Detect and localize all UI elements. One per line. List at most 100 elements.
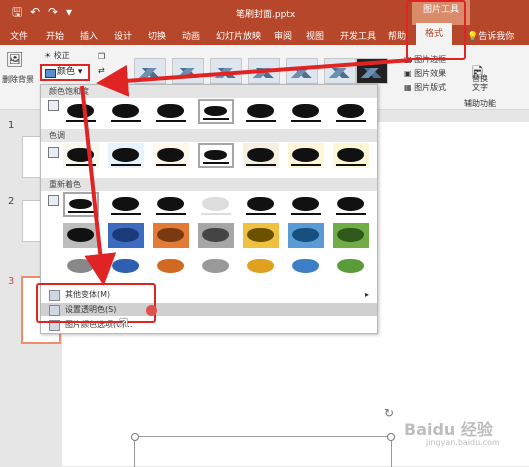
- brush-stroke-preview: [155, 197, 186, 211]
- tab-help[interactable]: 帮助: [388, 29, 406, 42]
- color-swatch[interactable]: [333, 192, 369, 217]
- color-swatch[interactable]: [153, 192, 189, 217]
- compress-icon[interactable]: ❒: [98, 52, 105, 61]
- color-swatch[interactable]: [63, 143, 99, 168]
- rotate-handle-icon[interactable]: ↻: [384, 406, 394, 420]
- picture-layout-label: 图片版式: [414, 83, 447, 92]
- color-swatch[interactable]: [198, 223, 234, 248]
- brush-stroke-preview: [110, 148, 141, 162]
- color-swatch[interactable]: [243, 99, 279, 124]
- color-swatch[interactable]: [198, 99, 234, 124]
- accessibility-group-label: 辅助功能: [464, 99, 496, 108]
- brush-stroke-preview: [290, 197, 321, 211]
- click-marker-icon: [146, 305, 157, 316]
- color-swatch[interactable]: [153, 223, 189, 248]
- tab-developer[interactable]: 开发工具: [340, 29, 376, 42]
- picture-style-6[interactable]: [324, 58, 356, 84]
- selected-picture-frame[interactable]: [134, 436, 392, 467]
- alt-text-button[interactable]: 替换文字: [472, 74, 490, 92]
- undo-icon[interactable]: ↶: [30, 5, 40, 19]
- color-swatch[interactable]: [288, 192, 324, 217]
- underline-stroke: [66, 164, 96, 166]
- underline-stroke: [111, 120, 141, 122]
- lightbulb-icon: 💡: [467, 32, 479, 42]
- color-button[interactable]: 颜色 ▾: [40, 64, 90, 81]
- tab-view[interactable]: 视图: [306, 29, 324, 42]
- tab-slideshow[interactable]: 幻灯片放映: [216, 29, 261, 42]
- recolor-header: 重新着色: [41, 178, 377, 191]
- tab-animations[interactable]: 动画: [182, 29, 200, 42]
- tab-design[interactable]: 设计: [114, 29, 132, 42]
- color-swatch[interactable]: [63, 254, 99, 279]
- color-swatch[interactable]: [243, 192, 279, 217]
- color-swatch[interactable]: [333, 254, 369, 279]
- tone-section-icon: [48, 147, 59, 158]
- brush-stroke-preview: [200, 259, 231, 273]
- color-swatch[interactable]: [108, 143, 144, 168]
- mouse-cursor-icon: 🡭: [118, 313, 129, 332]
- color-swatch[interactable]: [153, 254, 189, 279]
- dropdown-arrow-icon: ▾: [77, 67, 83, 77]
- correct-button[interactable]: ☀ 校正: [44, 50, 70, 61]
- mountain-icon: [253, 68, 275, 78]
- sun-icon: ☀: [44, 51, 52, 60]
- picture-layout-button[interactable]: ▦ 图片版式: [404, 82, 446, 93]
- brush-stroke-preview: [245, 259, 276, 273]
- picture-effects-button[interactable]: ▣ 图片效果: [404, 68, 446, 79]
- tab-insert[interactable]: 插入: [80, 29, 98, 42]
- color-swatch[interactable]: [198, 254, 234, 279]
- brush-stroke-preview: [155, 228, 186, 242]
- saturation-header: 颜色饱和度: [41, 85, 377, 98]
- color-swatch[interactable]: [288, 99, 324, 124]
- tone-header: 色调: [41, 129, 377, 142]
- color-swatch[interactable]: [108, 254, 144, 279]
- tab-transitions[interactable]: 切换: [148, 29, 166, 42]
- color-swatch[interactable]: [63, 99, 99, 124]
- color-swatch[interactable]: [288, 223, 324, 248]
- brush-stroke-preview: [155, 148, 186, 162]
- remove-background-button[interactable]: 删除背景: [2, 74, 34, 85]
- color-swatch[interactable]: [333, 143, 369, 168]
- color-swatch[interactable]: [243, 254, 279, 279]
- picture-style-5[interactable]: [286, 58, 318, 84]
- color-swatch[interactable]: [63, 192, 99, 217]
- mountain-icon: [291, 68, 313, 78]
- color-swatch[interactable]: [108, 192, 144, 217]
- tab-home[interactable]: 开始: [46, 29, 64, 42]
- resize-handle[interactable]: [387, 433, 395, 441]
- color-swatch[interactable]: [153, 143, 189, 168]
- color-swatch[interactable]: [198, 192, 234, 217]
- color-swatch[interactable]: [243, 223, 279, 248]
- color-swatch[interactable]: [108, 223, 144, 248]
- color-swatch[interactable]: [288, 143, 324, 168]
- resize-handle[interactable]: [131, 433, 139, 441]
- picture-style-2[interactable]: [172, 58, 204, 84]
- brush-stroke-preview: [290, 104, 321, 118]
- annotation-box-transparent: [36, 283, 156, 323]
- slide-number: 1: [8, 120, 15, 131]
- color-swatch[interactable]: [198, 143, 234, 168]
- tab-review[interactable]: 审阅: [274, 29, 292, 42]
- color-icon: [45, 69, 56, 78]
- picture-style-7[interactable]: [356, 58, 388, 84]
- brush-stroke-preview: [155, 104, 186, 118]
- color-swatch[interactable]: [153, 99, 189, 124]
- tab-file[interactable]: 文件: [10, 29, 28, 42]
- color-swatch[interactable]: [243, 143, 279, 168]
- color-swatch[interactable]: [108, 99, 144, 124]
- color-swatch[interactable]: [288, 254, 324, 279]
- color-swatch[interactable]: [333, 223, 369, 248]
- tell-me-box[interactable]: 💡告诉我你: [467, 29, 514, 42]
- redo-icon[interactable]: ↷: [48, 5, 58, 19]
- change-picture-icon[interactable]: ⇄: [98, 66, 105, 75]
- customize-icon[interactable]: ▾: [66, 5, 72, 19]
- picture-style-3[interactable]: [210, 58, 242, 84]
- brush-stroke-preview: [155, 259, 186, 273]
- save-icon[interactable]: 🖫: [12, 5, 22, 19]
- annotation-box-format-tab: [406, 0, 466, 60]
- color-swatch[interactable]: [333, 99, 369, 124]
- picture-style-4[interactable]: [248, 58, 280, 84]
- color-swatch[interactable]: [63, 223, 99, 248]
- baidu-watermark: Baidu 经验 jingyan.baidu.com: [404, 416, 500, 447]
- picture-style-1[interactable]: [134, 58, 166, 84]
